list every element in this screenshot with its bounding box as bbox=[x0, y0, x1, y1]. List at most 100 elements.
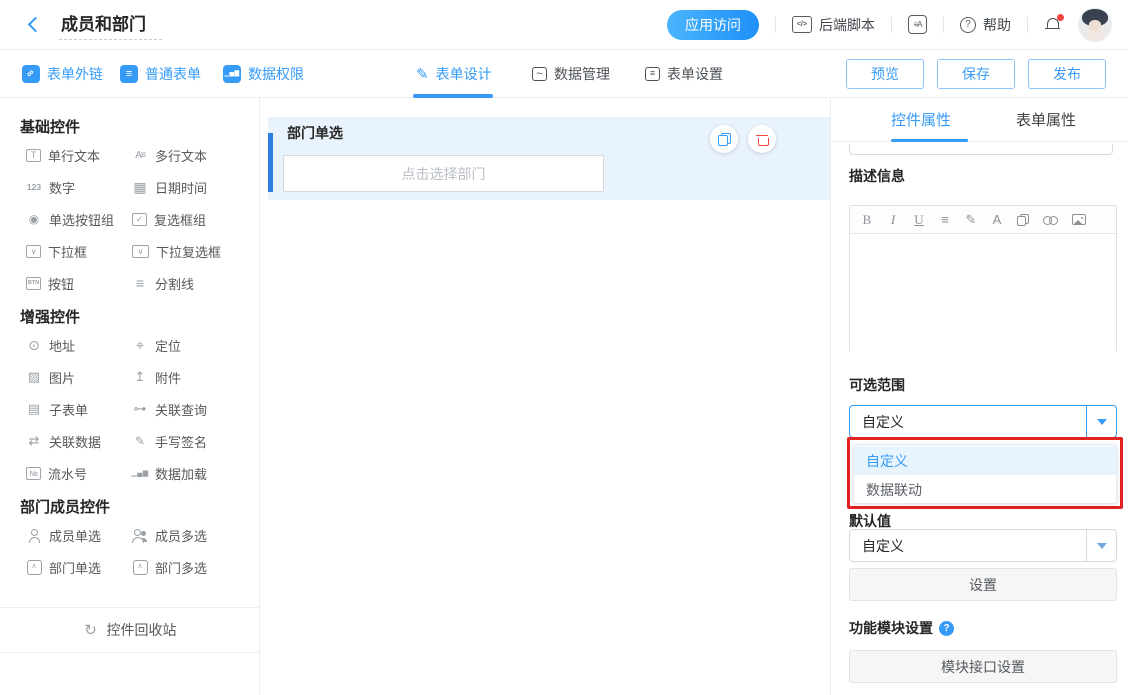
notification-bell-button[interactable] bbox=[1044, 16, 1062, 34]
checkbox-group-icon bbox=[132, 213, 147, 226]
sidebar-item-number[interactable]: 数字 bbox=[26, 171, 132, 203]
section-title-dept-member: 部门成员控件 bbox=[20, 496, 259, 514]
sidebar-item-single-line-text[interactable]: 单行文本 bbox=[26, 139, 132, 171]
sidebar-item-member-single[interactable]: 成员单选 bbox=[26, 519, 132, 551]
default-select-arrow-button[interactable] bbox=[1086, 530, 1116, 561]
sidebar-item-divider[interactable]: 分割线 bbox=[132, 267, 238, 299]
app-window: 成员和部门 应用访问 后端脚本 帮助 表 bbox=[0, 0, 1128, 695]
backend-script-button[interactable]: 后端脚本 bbox=[792, 15, 875, 35]
sidebar-item-date-time[interactable]: 日期时间 bbox=[132, 171, 238, 203]
signature-icon bbox=[132, 434, 148, 449]
delete-field-button[interactable] bbox=[748, 125, 776, 153]
tab-form-design[interactable]: 表单设计 bbox=[416, 50, 492, 97]
dropdown-option-custom[interactable]: 自定义 bbox=[854, 446, 1116, 475]
contacts-icon[interactable] bbox=[908, 15, 927, 34]
field-title-input-clipped[interactable] bbox=[849, 144, 1113, 155]
publish-button[interactable]: 发布 bbox=[1028, 59, 1106, 89]
avatar[interactable] bbox=[1078, 8, 1112, 42]
field-label: 部门单选 bbox=[287, 123, 343, 143]
dept-picker-input[interactable]: 点击选择部门 bbox=[283, 155, 604, 192]
description-editor-body[interactable] bbox=[850, 234, 1116, 352]
range-dropdown: 自定义 数据联动 bbox=[853, 444, 1117, 504]
nav-item-form-external-link[interactable]: 表单外链 bbox=[22, 50, 103, 97]
description-editor: B I U ≡ ✎ A bbox=[849, 205, 1117, 352]
panel-active-tab-underline bbox=[891, 139, 968, 142]
italic-icon[interactable]: I bbox=[887, 212, 899, 228]
divider bbox=[943, 17, 944, 33]
single-line-text-icon bbox=[26, 149, 41, 162]
tab-form-properties[interactable]: 表单属性 bbox=[1016, 98, 1076, 141]
tab-form-settings[interactable]: 表单设置 bbox=[645, 50, 723, 97]
align-icon[interactable]: ≡ bbox=[939, 212, 951, 227]
underline-icon[interactable]: U bbox=[913, 212, 925, 228]
sidebar-item-data-load[interactable]: 数据加载 bbox=[132, 457, 238, 489]
nav-item-data-permission[interactable]: 数据权限 bbox=[223, 50, 304, 97]
divider bbox=[775, 17, 776, 33]
radio-group-icon bbox=[26, 212, 42, 227]
default-value-select[interactable]: 自定义 bbox=[849, 529, 1117, 562]
link-icon[interactable] bbox=[1043, 215, 1058, 225]
subform-icon bbox=[26, 402, 42, 417]
address-icon bbox=[26, 338, 42, 353]
sidebar-item-related-data[interactable]: 关联数据 bbox=[26, 425, 132, 457]
insert-image-icon[interactable] bbox=[1072, 214, 1086, 225]
selected-accent-bar bbox=[268, 133, 273, 192]
nav-item-normal-form[interactable]: 普通表单 bbox=[120, 50, 201, 97]
sidebar-item-locate[interactable]: 定位 bbox=[132, 329, 238, 361]
help-button[interactable]: 帮助 bbox=[960, 15, 1011, 35]
sidebar-item-dept-single[interactable]: 部门单选 bbox=[26, 551, 132, 583]
sidebar-item-address[interactable]: 地址 bbox=[26, 329, 132, 361]
multi-line-text-icon bbox=[132, 148, 148, 163]
annotation-red-box: 自定义 数据联动 bbox=[847, 437, 1123, 509]
tab-widget-properties[interactable]: 控件属性 bbox=[891, 98, 951, 141]
back-chevron-icon[interactable] bbox=[28, 17, 44, 33]
related-data-icon bbox=[26, 434, 42, 449]
copy-field-button[interactable] bbox=[710, 125, 738, 153]
dropdown-option-data-linkage[interactable]: 数据联动 bbox=[854, 475, 1116, 504]
section-title-enhanced: 增强控件 bbox=[20, 306, 259, 324]
related-query-icon bbox=[132, 402, 148, 417]
selected-field-dept-single[interactable]: 部门单选 点击选择部门 bbox=[268, 117, 830, 200]
app-access-button[interactable]: 应用访问 bbox=[667, 10, 759, 40]
code-icon bbox=[792, 16, 812, 33]
data-load-icon bbox=[132, 466, 148, 481]
sidebar-item-button[interactable]: 按钮 bbox=[26, 267, 132, 299]
sidebar-item-attachment[interactable]: 附件 bbox=[132, 361, 238, 393]
active-tab-underline bbox=[413, 94, 493, 98]
panel-tabs: 控件属性 表单属性 bbox=[831, 98, 1128, 142]
form-canvas: 部门单选 点击选择部门 bbox=[261, 98, 830, 695]
member-multi-icon bbox=[132, 528, 148, 543]
range-select-arrow-button[interactable] bbox=[1086, 406, 1116, 437]
multi-dropdown-icon bbox=[132, 245, 149, 258]
sidebar-item-signature[interactable]: 手写签名 bbox=[132, 425, 238, 457]
copy-icon[interactable] bbox=[1017, 214, 1029, 226]
top-header: 成员和部门 应用访问 后端脚本 帮助 bbox=[0, 0, 1128, 50]
help-circle-icon[interactable] bbox=[939, 621, 954, 636]
recycle-icon bbox=[83, 623, 99, 638]
preview-button[interactable]: 预览 bbox=[846, 59, 924, 89]
pencil-icon[interactable]: ✎ bbox=[965, 212, 977, 228]
bold-icon[interactable]: B bbox=[861, 212, 873, 228]
tab-data-manage[interactable]: 数据管理 bbox=[532, 50, 610, 97]
sidebar-item-checkbox-group[interactable]: 复选框组 bbox=[132, 203, 238, 235]
sidebar-item-serial-number[interactable]: 流水号 bbox=[26, 457, 132, 489]
bar-chart-icon bbox=[223, 65, 241, 83]
sidebar-item-dropdown[interactable]: 下拉框 bbox=[26, 235, 132, 267]
default-value-label: 默认值 bbox=[849, 511, 891, 531]
sidebar-item-image[interactable]: 图片 bbox=[26, 361, 132, 393]
module-api-settings-button[interactable]: 模块接口设置 bbox=[849, 650, 1117, 683]
sidebar-item-related-query[interactable]: 关联查询 bbox=[132, 393, 238, 425]
document-icon bbox=[120, 65, 138, 83]
sidebar-item-multi-dropdown[interactable]: 下拉复选框 bbox=[132, 235, 238, 267]
sidebar-item-radio-group[interactable]: 单选按钮组 bbox=[26, 203, 132, 235]
set-button[interactable]: 设置 bbox=[849, 568, 1117, 601]
font-color-icon[interactable]: A bbox=[991, 212, 1003, 227]
sidebar-item-multi-line-text[interactable]: 多行文本 bbox=[132, 139, 238, 171]
sidebar-item-member-multi[interactable]: 成员多选 bbox=[132, 519, 238, 551]
range-select-value: 自定义 bbox=[862, 412, 904, 432]
widget-recycle-bin[interactable]: 控件回收站 bbox=[0, 607, 259, 653]
save-button[interactable]: 保存 bbox=[937, 59, 1015, 89]
sidebar-item-dept-multi[interactable]: 部门多选 bbox=[132, 551, 238, 583]
sidebar-item-subform[interactable]: 子表单 bbox=[26, 393, 132, 425]
range-select[interactable]: 自定义 bbox=[849, 405, 1117, 438]
